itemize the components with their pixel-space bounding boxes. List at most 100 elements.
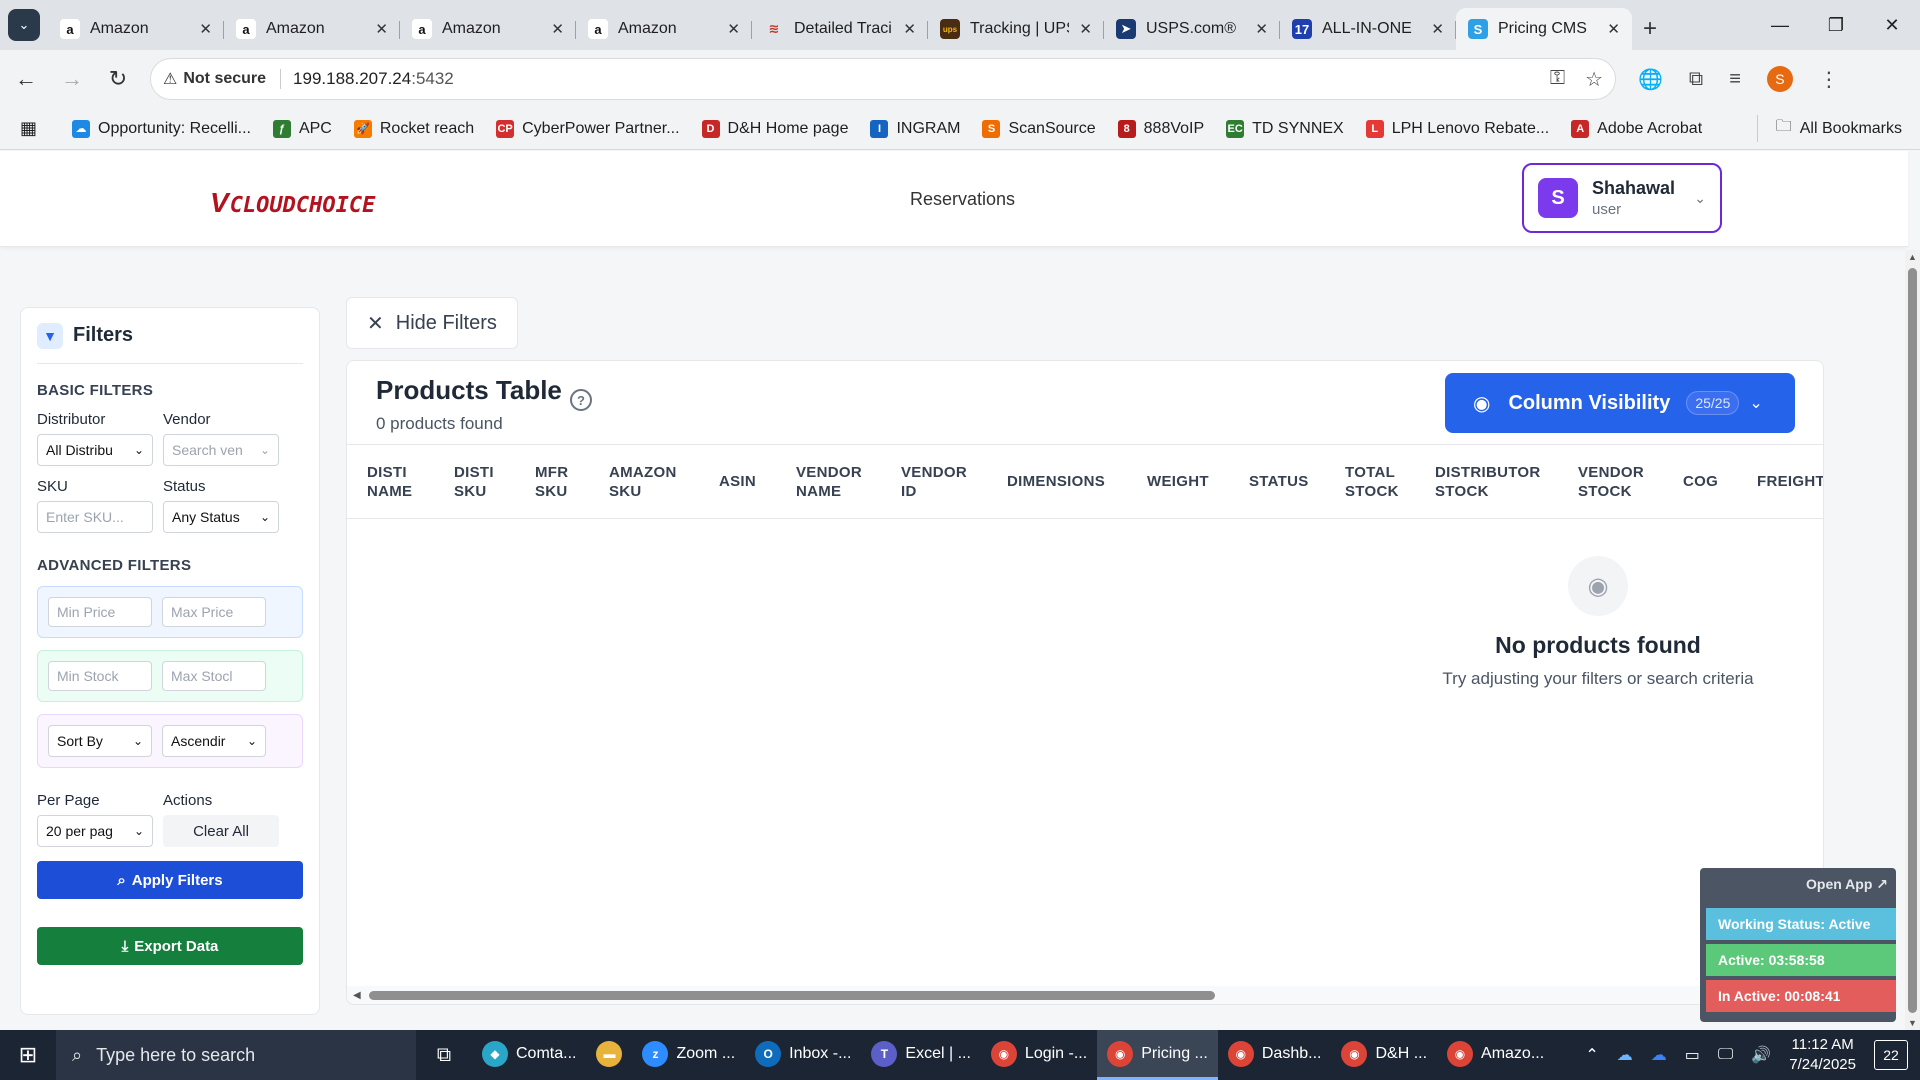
scroll-down-arrow-icon[interactable]: ▼ [1908, 1018, 1917, 1028]
close-tab-icon[interactable]: ✕ [199, 20, 212, 38]
windows-start-icon[interactable]: ⊞ [0, 1030, 56, 1080]
task-view-icon[interactable]: ⧉ [416, 1044, 472, 1067]
password-key-icon[interactable]: ⚿ [1550, 67, 1565, 92]
close-tab-icon[interactable]: ✕ [727, 20, 740, 38]
browser-tab[interactable]: ups Tracking | UPS ✕ [928, 8, 1104, 50]
sort-by-select[interactable]: Sort By ⌄ [48, 725, 152, 757]
taskbar-app[interactable]: ◉ Amazo... [1437, 1030, 1554, 1080]
back-button[interactable]: ← [6, 59, 46, 99]
taskbar-app[interactable]: ◉ Login -... [981, 1030, 1097, 1080]
sku-input[interactable]: Enter SKU... [37, 501, 153, 533]
column-header[interactable]: WEIGHT [1147, 472, 1249, 491]
browser-tab[interactable]: a Amazon ✕ [400, 8, 576, 50]
volume-icon[interactable]: 🔊 [1751, 1045, 1771, 1065]
omnibox[interactable]: ⚠ Not secure 199.188.207.24:5432 ⚿ ☆ [150, 58, 1616, 100]
apps-grid-icon[interactable]: ▦ [20, 118, 46, 139]
bookmark-item[interactable]: L LPH Lenovo Rebate... [1365, 119, 1549, 138]
taskbar-app[interactable]: ◉ D&H ... [1331, 1030, 1437, 1080]
media-control-icon[interactable]: ≡ [1729, 68, 1741, 91]
column-header[interactable]: STATUS [1249, 472, 1345, 491]
status-select[interactable]: Any Status ⌄ [163, 501, 279, 533]
column-header[interactable]: VENDOR NAME [796, 463, 901, 501]
tab-search-button[interactable]: ⌄ [8, 9, 40, 41]
column-header[interactable]: AMAZON SKU [609, 463, 719, 501]
browser-tab[interactable]: a Amazon ✕ [576, 8, 752, 50]
scrollbar-thumb[interactable] [369, 991, 1215, 1000]
vertical-scrollbar[interactable]: ▲ ▼ [1905, 250, 1920, 1030]
taskbar-app[interactable]: ▬ [586, 1030, 632, 1080]
hide-filters-button[interactable]: ✕ Hide Filters [346, 297, 518, 349]
column-header[interactable]: VENDOR ID [901, 463, 1007, 501]
close-tab-icon[interactable]: ✕ [903, 20, 916, 38]
system-clock[interactable]: 11:12 AM 7/24/2025 [1789, 1035, 1856, 1075]
taskbar-search[interactable]: ⌕ Type here to search [56, 1030, 416, 1080]
onedrive-business-icon[interactable]: ☁ [1651, 1045, 1667, 1065]
horizontal-scrollbar[interactable]: ◀ [347, 986, 1823, 1004]
bookmark-item[interactable]: ☁ Opportunity: Recelli... [72, 119, 251, 138]
help-icon[interactable]: ? [570, 389, 592, 411]
cloudchoice-logo[interactable]: VCLOUDCHOICE [210, 187, 375, 219]
column-header[interactable]: TOTAL STOCK [1345, 463, 1435, 501]
onedrive-icon[interactable]: ☁ [1617, 1045, 1633, 1065]
close-tab-icon[interactable]: ✕ [551, 20, 564, 38]
more-menu-icon[interactable]: ⋮ [1819, 67, 1839, 92]
sort-order-select[interactable]: Ascendir ⌄ [162, 725, 266, 757]
new-tab-button[interactable]: + [1632, 8, 1668, 50]
column-header[interactable]: ASIN [719, 472, 796, 491]
url-text[interactable]: 199.188.207.24:5432 [293, 69, 454, 89]
max-price-input[interactable]: Max Price [162, 597, 266, 627]
close-tab-icon[interactable]: ✕ [1607, 20, 1620, 38]
browser-tab[interactable]: S Pricing CMS ✕ [1456, 8, 1632, 50]
user-menu[interactable]: S Shahawal user ⌄ [1522, 163, 1722, 233]
column-header[interactable]: DISTI SKU [454, 463, 535, 501]
scrollbar-thumb[interactable] [1908, 268, 1917, 1013]
bookmark-item[interactable]: EC TD SYNNEX [1226, 119, 1344, 138]
column-header[interactable]: MFR SKU [535, 463, 609, 501]
min-price-input[interactable]: Min Price [48, 597, 152, 627]
column-header[interactable]: DIMENSIONS [1007, 472, 1147, 491]
bookmark-star-icon[interactable]: ☆ [1585, 67, 1603, 92]
scroll-up-arrow-icon[interactable]: ▲ [1908, 252, 1917, 262]
bookmark-item[interactable]: D D&H Home page [701, 119, 848, 138]
minimize-button[interactable]: — [1752, 15, 1808, 36]
chevron-up-icon[interactable]: ⌃ [1585, 1045, 1598, 1065]
export-data-button[interactable]: ⤓ Export Data [37, 927, 303, 965]
browser-tab[interactable]: ➤ USPS.com® ✕ [1104, 8, 1280, 50]
bookmark-item[interactable]: I INGRAM [870, 119, 960, 138]
battery-icon[interactable]: ▭ [1685, 1045, 1700, 1065]
bookmark-item[interactable]: 8 888VoIP [1117, 119, 1204, 138]
column-header[interactable]: DISTI NAME [367, 463, 454, 501]
profile-avatar[interactable]: S [1766, 66, 1793, 92]
nav-reservations-link[interactable]: Reservations [910, 189, 1015, 210]
notifications-button[interactable]: 22 [1874, 1040, 1908, 1070]
reload-button[interactable]: ↻ [98, 59, 138, 99]
taskbar-app[interactable]: ◆ Comta... [472, 1030, 586, 1080]
browser-tab[interactable]: 17 ALL-IN-ONE ✕ [1280, 8, 1456, 50]
column-visibility-button[interactable]: ◉ Column Visibility 25/25 ⌄ [1445, 373, 1795, 433]
taskbar-app[interactable]: ◉ Pricing ... [1097, 1030, 1218, 1080]
vendor-search-select[interactable]: Search ven ⌄ [163, 434, 279, 466]
browser-tab[interactable]: a Amazon ✕ [224, 8, 400, 50]
bookmark-item[interactable]: A Adobe Acrobat [1571, 119, 1702, 138]
min-stock-input[interactable]: Min Stock [48, 661, 152, 691]
bookmark-item[interactable]: CP CyberPower Partner... [496, 119, 680, 138]
column-header[interactable]: DISTRIBUTOR STOCK [1435, 463, 1578, 501]
all-bookmarks-button[interactable]: 🗀 All Bookmarks [1756, 115, 1902, 142]
translate-icon[interactable]: 🌐 [1638, 67, 1663, 92]
extensions-icon[interactable]: ⧉ [1689, 68, 1703, 91]
browser-tab[interactable]: a Amazon ✕ [48, 8, 224, 50]
close-tab-icon[interactable]: ✕ [375, 20, 388, 38]
taskbar-app[interactable]: T Excel | ... [861, 1030, 981, 1080]
scroll-left-arrow-icon[interactable]: ◀ [353, 990, 361, 1001]
forward-button[interactable]: → [52, 59, 92, 99]
bookmark-item[interactable]: ƒ APC [272, 119, 332, 138]
bookmark-item[interactable]: 🚀 Rocket reach [353, 119, 474, 138]
column-header[interactable]: COG [1683, 472, 1757, 491]
taskbar-app[interactable]: O Inbox -... [745, 1030, 861, 1080]
close-tab-icon[interactable]: ✕ [1079, 20, 1092, 38]
security-indicator[interactable]: ⚠ Not secure [163, 69, 282, 89]
browser-tab[interactable]: ≋ Detailed Traci ✕ [752, 8, 928, 50]
restore-button[interactable]: ❐ [1808, 15, 1864, 36]
clear-all-button[interactable]: Clear All [163, 815, 279, 847]
network-icon[interactable]: 🖵 [1718, 1046, 1733, 1064]
